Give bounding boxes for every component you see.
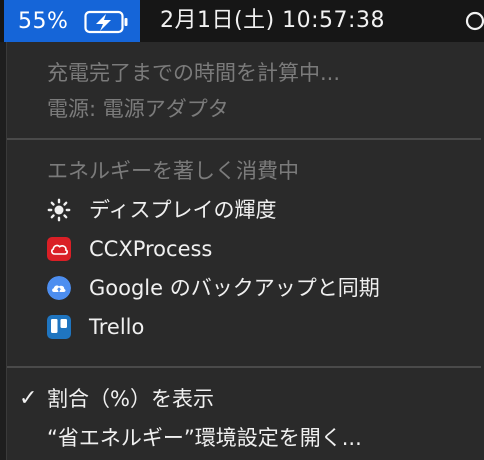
menu-item-label: Trello bbox=[89, 315, 145, 339]
battery-charging-icon bbox=[84, 10, 128, 34]
menu-separator bbox=[7, 366, 481, 368]
battery-percent: 55% bbox=[18, 8, 69, 34]
trello-icon bbox=[47, 315, 71, 339]
menu-item-label: ディスプレイの輝度 bbox=[89, 198, 277, 222]
brightness-icon bbox=[47, 198, 71, 222]
menu-item-energy-saver-prefs[interactable]: “省エネルギー”環境設定を開く... bbox=[7, 421, 484, 455]
energy-header: エネルギーを著しく消費中 bbox=[7, 154, 484, 188]
menu-item-label: CCXProcess bbox=[89, 237, 213, 261]
power-source-label: 電源: 電源アダプタ bbox=[47, 97, 229, 121]
energy-header-label: エネルギーを著しく消費中 bbox=[47, 159, 299, 183]
menu-item-ccxprocess[interactable]: CCXProcess bbox=[7, 232, 484, 266]
menu-separator bbox=[7, 138, 481, 140]
menu-bar: 55% 2月1日(土) 10:57:38 bbox=[0, 0, 484, 42]
menu-item-label: 割合（%）を表示 bbox=[47, 387, 214, 411]
creative-cloud-icon bbox=[47, 237, 71, 261]
menu-item-show-percent[interactable]: ✓ 割合（%）を表示 bbox=[7, 382, 484, 416]
google-backup-sync-icon bbox=[47, 276, 71, 300]
time-remaining-text: 充電完了までの時間を計算中... bbox=[7, 56, 484, 90]
spotlight-search-icon[interactable] bbox=[464, 10, 484, 32]
checkmark-icon: ✓ bbox=[19, 386, 38, 411]
menubar-clock[interactable]: 2月1日(土) 10:57:38 bbox=[160, 0, 385, 42]
power-source-text: 電源: 電源アダプタ bbox=[7, 92, 484, 126]
menu-item-google-backup-sync[interactable]: Google のバックアップと同期 bbox=[7, 271, 484, 305]
time-remaining-label: 充電完了までの時間を計算中... bbox=[47, 61, 341, 85]
menu-item-trello[interactable]: Trello bbox=[7, 310, 484, 344]
menu-item-display-brightness[interactable]: ディスプレイの輝度 bbox=[7, 193, 484, 227]
battery-status-item[interactable]: 55% bbox=[4, 0, 140, 42]
menu-item-label: Google のバックアップと同期 bbox=[89, 276, 380, 300]
battery-menu: 充電完了までの時間を計算中... 電源: 電源アダプタ エネルギーを著しく消費中… bbox=[6, 42, 484, 460]
menu-item-label: “省エネルギー”環境設定を開く... bbox=[47, 426, 362, 450]
